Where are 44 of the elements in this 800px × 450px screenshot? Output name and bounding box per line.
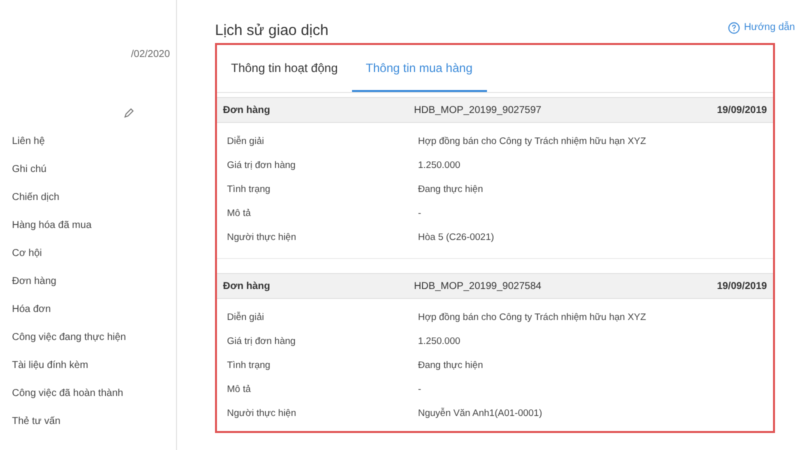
field-label: Tình trạng — [227, 182, 272, 197]
field-label: Người thực hiện — [227, 406, 298, 421]
field-label: Giá trị đơn hàng — [227, 158, 297, 173]
page-title: Lịch sử giao dịch — [215, 21, 328, 42]
field-value: Đang thực hiện — [418, 182, 483, 197]
sidebar-item[interactable]: Ghi chú — [0, 156, 176, 184]
order-date: 19/09/2019 — [716, 280, 767, 294]
field-value: Đang thực hiện — [418, 358, 483, 373]
field-label: Diễn giải — [227, 134, 265, 149]
date-text: /02/2020 — [131, 48, 170, 62]
sidebar-item[interactable]: Chiến dịch — [0, 184, 176, 212]
sidebar-item[interactable]: Công việc đang thực hiện — [0, 324, 176, 352]
order-label: Đơn hàng — [223, 280, 272, 294]
field-value: - — [418, 206, 422, 221]
field-label: Mô tả — [227, 206, 252, 221]
order-label: Đơn hàng — [223, 104, 272, 118]
field-value: - — [418, 382, 422, 397]
sidebar-item[interactable]: Tài liệu đính kèm — [0, 352, 176, 380]
order-date: 19/09/2019 — [716, 104, 767, 118]
order-code: HDB_MOP_20199_9027597 — [414, 104, 542, 118]
field-label: Diễn giải — [227, 310, 265, 325]
field-label: Tình trạng — [227, 358, 272, 373]
sidebar-item[interactable]: Hóa đơn — [0, 296, 176, 324]
help-link[interactable]: Hướng dẫn — [728, 20, 795, 35]
field-value: Hòa 5 (C26-0021) — [418, 230, 494, 245]
sidebar-item[interactable]: Liên hệ — [0, 128, 176, 156]
field-label: Mô tả — [227, 382, 252, 397]
field-value: Hợp đồng bán cho Công ty Trách nhiệm hữu hạn XYZ — [418, 134, 646, 149]
help-icon — [728, 22, 740, 34]
field-value: 1.250.000 — [418, 334, 460, 349]
field-label: Giá trị đơn hàng — [227, 334, 297, 349]
sidebar-item[interactable]: Cơ hội — [0, 240, 176, 268]
sidebar-item[interactable]: Hàng hóa đã mua — [0, 212, 176, 240]
sidebar-item[interactable]: Đơn hàng — [0, 268, 176, 296]
tab[interactable]: Thông tin mua hàng — [352, 45, 487, 92]
tab[interactable]: Thông tin hoạt động — [217, 45, 352, 92]
pencil-icon — [124, 108, 134, 118]
field-value: Nguyễn Văn Anh1(A01-0001) — [418, 406, 542, 421]
sidebar-item[interactable]: Công việc đã hoàn thành — [0, 380, 176, 408]
field-label: Người thực hiện — [227, 230, 298, 245]
field-value: 1.250.000 — [418, 158, 460, 173]
field-value: Hợp đồng bán cho Công ty Trách nhiệm hữu hạn XYZ — [418, 310, 646, 325]
sidebar-item[interactable]: Thẻ tư vấn — [0, 408, 176, 436]
order-code: HDB_MOP_20199_9027584 — [414, 280, 542, 294]
